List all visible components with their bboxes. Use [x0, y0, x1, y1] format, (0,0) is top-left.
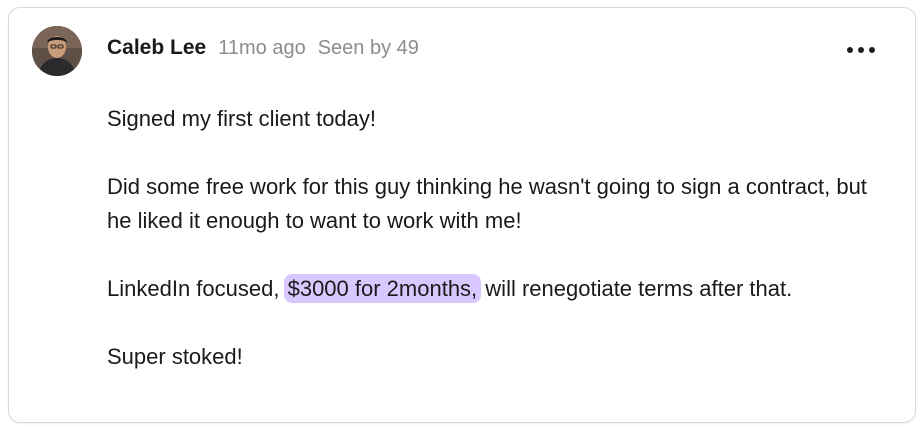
avatar-photo-icon [32, 26, 82, 76]
post-timestamp: 11mo ago [218, 37, 306, 59]
paragraph-text: LinkedIn focused, [107, 276, 280, 301]
highlighted-text: $3000 for 2months, [283, 274, 482, 303]
post-paragraph: Super stoked! [107, 344, 243, 369]
post-body: Signed my first client today! Did some f… [107, 102, 897, 374]
post-header: Caleb Lee 11mo ago Seen by 49 [107, 36, 419, 60]
more-horizontal-icon-dot [858, 47, 864, 53]
post-paragraph: Signed my first client today! [107, 106, 377, 131]
post-paragraph: LinkedIn focused, $3000 for 2months, wil… [107, 272, 897, 306]
avatar[interactable] [32, 26, 82, 76]
post-paragraph: Did some free work for this guy thinking… [107, 174, 867, 233]
more-options-button[interactable] [847, 44, 875, 56]
paragraph-text: will renegotiate terms after that. [485, 276, 793, 301]
author-name[interactable]: Caleb Lee [107, 36, 206, 60]
more-horizontal-icon-dot [847, 47, 853, 53]
more-horizontal-icon-dot [869, 47, 875, 53]
seen-by-count[interactable]: Seen by 49 [318, 37, 419, 60]
post-card: Caleb Lee 11mo ago Seen by 49 Signed my … [8, 7, 916, 423]
